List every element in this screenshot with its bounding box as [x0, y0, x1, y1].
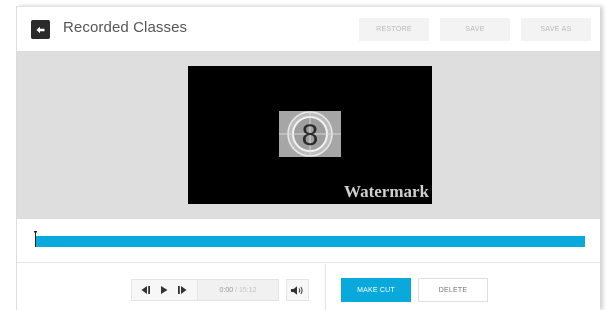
total-time: 15:12	[238, 286, 257, 294]
step-back-icon	[141, 286, 150, 294]
make-cut-button[interactable]: MAKE CUT	[341, 278, 411, 302]
volume-button[interactable]	[286, 279, 309, 301]
delete-button[interactable]: DELETE	[418, 278, 488, 302]
header-bar: Recorded Classes RESTORE SAVE SAVE AS	[17, 7, 600, 51]
editor-window: Recorded Classes RESTORE SAVE SAVE AS 8 …	[16, 6, 600, 310]
watermark-text: Watermark	[344, 182, 429, 201]
arrow-left-icon	[36, 26, 45, 33]
step-back-button[interactable]	[137, 280, 155, 300]
countdown-graphic: 8	[279, 111, 341, 157]
countdown-number: 8	[302, 119, 319, 152]
preview-area: 8 Watermark	[17, 51, 600, 219]
video-player[interactable]: 8 Watermark	[188, 66, 432, 204]
page-title: Recorded Classes	[63, 19, 188, 36]
back-button[interactable]	[31, 20, 50, 39]
step-forward-button[interactable]	[173, 280, 191, 300]
timeline-track[interactable]	[36, 236, 585, 247]
current-time: 0:00	[219, 286, 234, 294]
controls-bar: 0:00 / 15:12 MAKE CUT DELETE	[17, 264, 600, 310]
controls-divider	[325, 264, 326, 310]
volume-icon	[291, 285, 303, 295]
time-display: 0:00 / 15:12	[197, 280, 278, 300]
timeline-area	[17, 219, 600, 263]
countdown-leader: 8	[279, 111, 341, 157]
restore-button[interactable]: RESTORE	[359, 18, 429, 41]
save-as-button[interactable]: SAVE AS	[521, 18, 591, 41]
step-forward-icon	[178, 286, 187, 294]
playhead-handle[interactable]	[34, 231, 37, 247]
play-icon	[161, 286, 168, 294]
play-button[interactable]	[155, 280, 173, 300]
save-button[interactable]: SAVE	[440, 18, 510, 41]
transport-controls: 0:00 / 15:12	[131, 279, 279, 301]
